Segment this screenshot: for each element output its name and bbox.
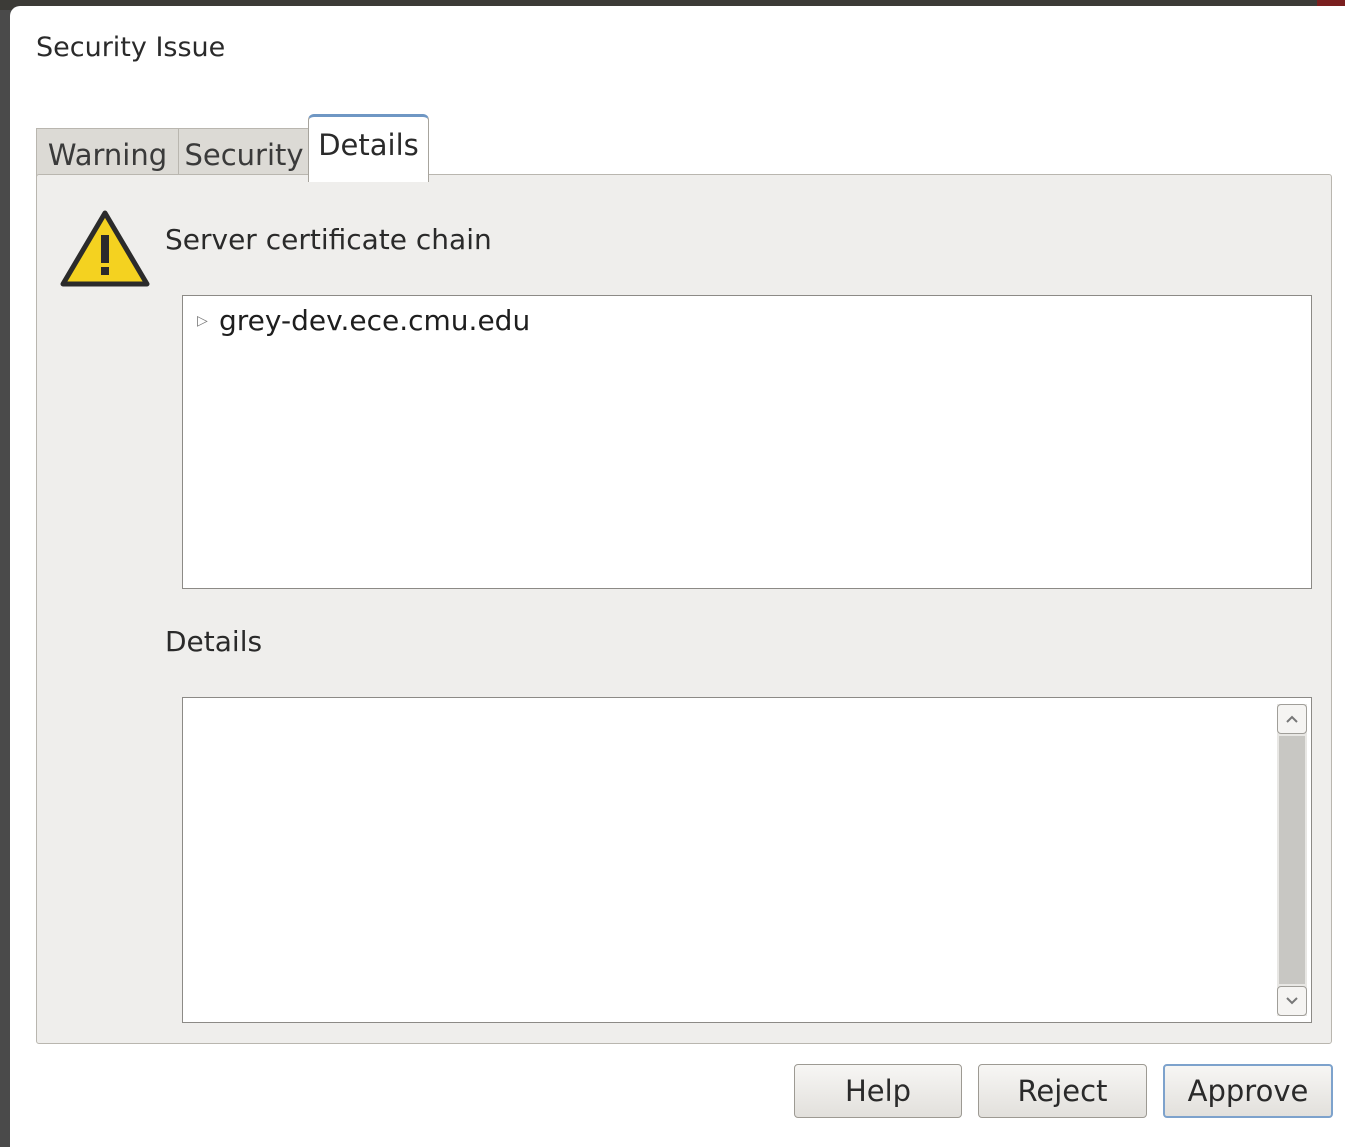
tab-details[interactable]: Details xyxy=(308,114,429,182)
certificate-chain-tree[interactable]: ▷ grey-dev.ece.cmu.edu xyxy=(182,295,1312,589)
details-scrollbar[interactable] xyxy=(1277,704,1307,1016)
reject-button[interactable]: Reject xyxy=(978,1064,1147,1118)
tree-item-label: grey-dev.ece.cmu.edu xyxy=(219,304,531,337)
certificate-chain-label: Server certificate chain xyxy=(165,223,492,256)
approve-button[interactable]: Approve xyxy=(1163,1064,1333,1118)
chevron-down-icon[interactable] xyxy=(1277,986,1307,1016)
security-issue-dialog: Security Issue Warning Security Details … xyxy=(10,6,1345,1147)
details-tab-panel: Server certificate chain ▷ grey-dev.ece.… xyxy=(36,174,1332,1044)
tab-security[interactable]: Security xyxy=(178,128,310,180)
details-text-area[interactable] xyxy=(182,697,1312,1023)
tree-item[interactable]: ▷ grey-dev.ece.cmu.edu xyxy=(197,304,530,337)
triangle-right-icon[interactable]: ▷ xyxy=(197,313,219,329)
help-button[interactable]: Help xyxy=(794,1064,962,1118)
scrollbar-trough[interactable] xyxy=(1279,736,1305,984)
dialog-title: Security Issue xyxy=(36,32,226,63)
tab-warning[interactable]: Warning xyxy=(36,128,179,180)
warning-triangle-icon xyxy=(60,210,150,287)
details-label: Details xyxy=(165,625,263,658)
chevron-up-icon[interactable] xyxy=(1277,704,1307,734)
